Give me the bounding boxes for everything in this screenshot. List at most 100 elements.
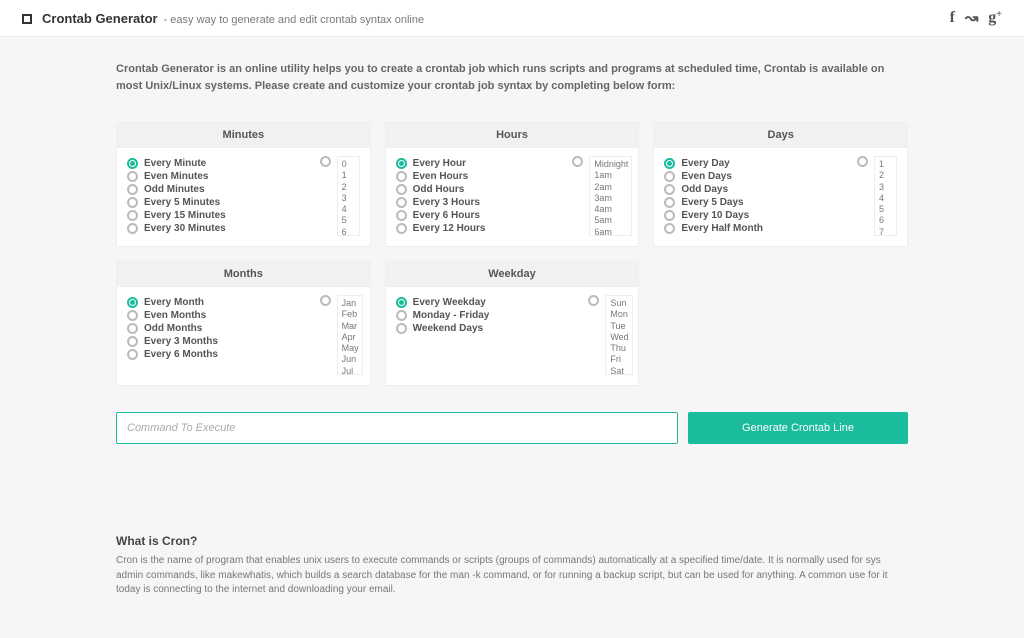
radio-option[interactable]: Every Hour: [396, 158, 563, 169]
list-item[interactable]: 2am: [594, 182, 628, 193]
radio-option[interactable]: Every 3 Hours: [396, 197, 563, 208]
weekday-options: Every Weekday Monday - Friday Weekend Days: [396, 295, 579, 375]
radio-icon: [127, 210, 138, 221]
list-item[interactable]: Mar: [342, 321, 359, 332]
list-item[interactable]: 5am: [594, 215, 628, 226]
minutes-list-radio[interactable]: [320, 156, 331, 167]
list-item[interactable]: Thu: [610, 343, 628, 354]
radio-option[interactable]: Every 6 Hours: [396, 210, 563, 221]
radio-option[interactable]: Monday - Friday: [396, 310, 579, 321]
about-section: What is Cron? Cron is the name of progra…: [116, 534, 908, 598]
radio-option[interactable]: Even Days: [664, 171, 847, 182]
radio-icon: [127, 223, 138, 234]
weekday-list[interactable]: SunMonTueWedThuFriSat: [606, 296, 631, 374]
list-item[interactable]: 3am: [594, 193, 628, 204]
minutes-list[interactable]: 012345678: [338, 157, 359, 235]
list-item[interactable]: 7: [879, 227, 893, 236]
list-item[interactable]: Jan: [342, 298, 359, 309]
list-item[interactable]: Jul: [342, 366, 359, 375]
months-list-radio[interactable]: [320, 295, 331, 306]
months-options: Every Month Even Months Odd Months Every 3 …: [127, 295, 310, 375]
radio-option[interactable]: Odd Days: [664, 184, 847, 195]
radio-option[interactable]: Every 5 Days: [664, 197, 847, 208]
list-item[interactable]: 5: [342, 215, 356, 226]
radio-label: Every 5 Days: [681, 197, 743, 208]
weekday-list-radio[interactable]: [588, 295, 599, 306]
list-item[interactable]: 6: [879, 215, 893, 226]
radio-option[interactable]: Every 10 Days: [664, 210, 847, 221]
list-item[interactable]: 1: [342, 170, 356, 181]
list-item[interactable]: 4am: [594, 204, 628, 215]
radio-option[interactable]: Every 12 Hours: [396, 223, 563, 234]
googleplus-icon[interactable]: g+: [988, 9, 1002, 27]
radio-option[interactable]: Every Weekday: [396, 297, 579, 308]
days-options: Every Day Even Days Odd Days Every 5 Days Ev…: [664, 156, 847, 236]
radio-icon: [664, 158, 675, 169]
panel-title-weekday: Weekday: [386, 262, 639, 287]
list-item[interactable]: 2: [879, 170, 893, 181]
radio-option[interactable]: Weekend Days: [396, 323, 579, 334]
radio-icon: [127, 310, 138, 321]
radio-option[interactable]: Even Hours: [396, 171, 563, 182]
list-item[interactable]: 1am: [594, 170, 628, 181]
radio-option[interactable]: Every 15 Minutes: [127, 210, 310, 221]
radio-option[interactable]: Every 6 Months: [127, 349, 310, 360]
list-item[interactable]: Wed: [610, 332, 628, 343]
panel-title-months: Months: [117, 262, 370, 287]
radio-option[interactable]: Every Minute: [127, 158, 310, 169]
list-item[interactable]: May: [342, 343, 359, 354]
hours-options: Every Hour Even Hours Odd Hours Every 3 Hou…: [396, 156, 563, 236]
facebook-icon[interactable]: f: [950, 9, 955, 27]
list-item[interactable]: Midnight: [594, 159, 628, 170]
radio-icon: [127, 171, 138, 182]
days-list[interactable]: 123456789: [875, 157, 896, 235]
panel-title-minutes: Minutes: [117, 123, 370, 148]
list-item[interactable]: 1: [879, 159, 893, 170]
list-item[interactable]: Mon: [610, 309, 628, 320]
list-item[interactable]: Fri: [610, 354, 628, 365]
list-item[interactable]: 2: [342, 182, 356, 193]
hours-list-radio[interactable]: [572, 156, 583, 167]
list-item[interactable]: Feb: [342, 309, 359, 320]
radio-option[interactable]: Odd Months: [127, 323, 310, 334]
radio-option[interactable]: Every 5 Minutes: [127, 197, 310, 208]
list-item[interactable]: 4: [342, 204, 356, 215]
radio-icon: [127, 184, 138, 195]
list-item[interactable]: 6: [342, 227, 356, 236]
radio-option[interactable]: Every Day: [664, 158, 847, 169]
list-item[interactable]: Jun: [342, 354, 359, 365]
radio-icon: [664, 197, 675, 208]
radio-label: Odd Days: [681, 184, 728, 195]
radio-option[interactable]: Every Month: [127, 297, 310, 308]
radio-label: Every 12 Hours: [413, 223, 486, 234]
days-list-radio[interactable]: [857, 156, 868, 167]
brand-subtitle: - easy way to generate and edit crontab …: [164, 14, 425, 26]
radio-label: Every 3 Months: [144, 336, 218, 347]
list-item[interactable]: 5: [879, 204, 893, 215]
command-input[interactable]: [116, 412, 678, 444]
radio-option[interactable]: Every 3 Months: [127, 336, 310, 347]
radio-option[interactable]: Odd Minutes: [127, 184, 310, 195]
list-item[interactable]: 3: [342, 193, 356, 204]
generate-button[interactable]: Generate Crontab Line: [688, 412, 908, 444]
radio-label: Even Minutes: [144, 171, 208, 182]
list-item[interactable]: 6am: [594, 227, 628, 236]
radio-label: Odd Hours: [413, 184, 465, 195]
radio-option[interactable]: Odd Hours: [396, 184, 563, 195]
radio-option[interactable]: Every Half Month: [664, 223, 847, 234]
radio-option[interactable]: Even Minutes: [127, 171, 310, 182]
radio-label: Every Minute: [144, 158, 206, 169]
twitter-icon[interactable]: ↝: [965, 8, 978, 28]
radio-option[interactable]: Even Months: [127, 310, 310, 321]
hours-list[interactable]: Midnight1am2am3am4am5am6am7am8am: [590, 157, 631, 235]
about-text: Cron is the name of program that enables…: [116, 554, 908, 598]
months-list[interactable]: JanFebMarAprMayJunJulAugSep: [338, 296, 362, 374]
list-item[interactable]: Sun: [610, 298, 628, 309]
list-item[interactable]: 3: [879, 182, 893, 193]
list-item[interactable]: 4: [879, 193, 893, 204]
list-item[interactable]: 0: [342, 159, 356, 170]
list-item[interactable]: Tue: [610, 321, 628, 332]
list-item[interactable]: Apr: [342, 332, 359, 343]
radio-option[interactable]: Every 30 Minutes: [127, 223, 310, 234]
list-item[interactable]: Sat: [610, 366, 628, 375]
